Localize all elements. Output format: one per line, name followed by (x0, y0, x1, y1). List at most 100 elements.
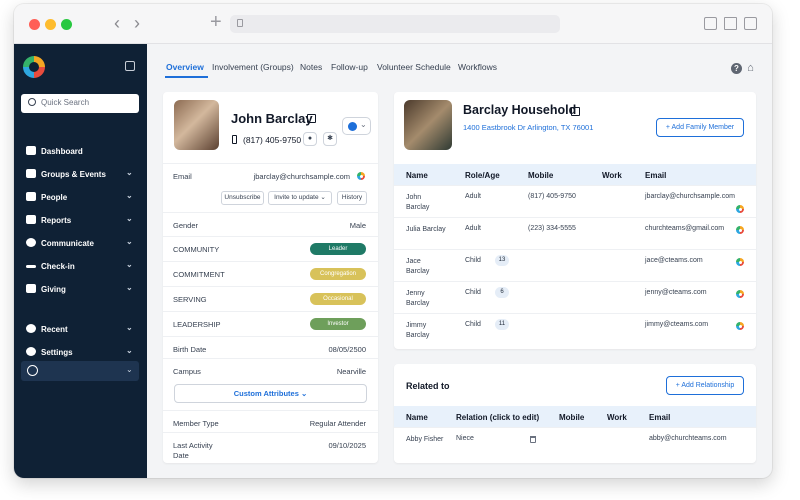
quick-search-input[interactable]: Quick Search (21, 94, 139, 113)
back-icon[interactable]: ‹ (114, 14, 120, 32)
status-badge[interactable]: Leader (310, 243, 366, 255)
related-relation[interactable]: Niece (456, 435, 474, 442)
reader-icon[interactable] (704, 17, 717, 30)
member-mobile[interactable]: (223) 334-5555 (528, 225, 576, 232)
sidebar-account-item[interactable]: ⌄ (21, 361, 139, 381)
member-email[interactable]: jace@cteams.com (645, 257, 703, 264)
member-name[interactable]: Jenny Barclay (406, 289, 446, 309)
new-tab-icon[interactable]: + (210, 12, 222, 32)
person-phone[interactable]: (817) 405-9750 (243, 135, 301, 145)
sidebar-item-settings[interactable]: Settings ⌄ (14, 342, 147, 362)
sidebar-item-label: Check-in (41, 262, 75, 271)
minimize-window-button[interactable] (45, 19, 56, 30)
sidebar-item-people[interactable]: People ⌄ (14, 187, 147, 207)
member-mobile[interactable]: (817) 405-9750 (528, 193, 576, 200)
custom-attributes-button[interactable]: Custom Attributes ⌄ (174, 384, 367, 403)
home-icon[interactable]: ⌂ (745, 63, 756, 74)
status-badge[interactable]: Congregation (310, 268, 366, 280)
field-label: Campus (173, 367, 201, 376)
sidebar-item-giving[interactable]: Giving ⌄ (14, 279, 147, 299)
address-bar[interactable] (230, 15, 560, 33)
sidebar-item-label: Reports (41, 216, 72, 225)
member-role: Child (465, 321, 481, 328)
sidebar-item-reports[interactable]: Reports ⌄ (14, 210, 147, 230)
member-name[interactable]: John Barclay (406, 193, 446, 213)
member-email[interactable]: churchteams@gmail.com (645, 225, 724, 232)
related-email[interactable]: abby@churchteams.com (649, 435, 727, 442)
household-address[interactable]: 1400 Eastbrook Dr Arlington, TX 76001 (463, 123, 593, 132)
share-icon[interactable] (724, 17, 737, 30)
churchteams-icon[interactable] (736, 290, 744, 298)
groups-icon (26, 169, 36, 178)
settings-button[interactable]: ✱ (323, 132, 337, 146)
table-row[interactable]: John Barclay Adult (817) 405-9750 jbarcl… (394, 185, 756, 217)
status-badge[interactable]: Investor (310, 318, 366, 330)
tab-overview[interactable]: Overview (166, 62, 204, 72)
tab-follow-up[interactable]: Follow-up (331, 62, 368, 72)
table-row[interactable]: Abby Fisher Niece abby@churchteams.com (394, 427, 756, 461)
chevron-down-icon: ⌄ (360, 120, 367, 129)
table-row[interactable]: Julia Barclay Adult (223) 334-5555 churc… (394, 217, 756, 249)
column-header: Name (406, 171, 428, 180)
unsubscribe-button[interactable]: Unsubscribe (221, 191, 264, 205)
zoom-window-button[interactable] (61, 19, 72, 30)
churchteams-icon[interactable] (736, 205, 744, 213)
edit-icon[interactable] (571, 107, 580, 116)
invite-to-update-button[interactable]: Invite to update ⌄ (268, 191, 332, 205)
info-dropdown-button[interactable]: ⌄ (342, 117, 371, 135)
chevron-down-icon: ⌄ (126, 260, 133, 269)
member-name[interactable]: Julia Barclay (406, 225, 446, 235)
sidebar-item-dashboard[interactable]: Dashboard (14, 141, 147, 161)
sidebar-item-check-in[interactable]: Check-in ⌄ (14, 256, 147, 276)
tab-notes[interactable]: Notes (300, 62, 322, 72)
field-label: Member Type (173, 419, 219, 428)
chevron-down-icon: ⌄ (126, 191, 133, 200)
related-name[interactable]: Abby Fisher (406, 435, 446, 445)
trash-icon[interactable] (530, 436, 536, 443)
member-name[interactable]: Jace Barclay (406, 257, 446, 277)
app-logo[interactable] (23, 56, 45, 78)
member-name[interactable]: Jimmy Barclay (406, 321, 446, 341)
tab-involvement[interactable]: Involvement (Groups) (212, 62, 294, 72)
member-role: Child (465, 257, 481, 264)
add-family-member-button[interactable]: + Add Family Member (656, 118, 744, 137)
sidebar-item-communicate[interactable]: Communicate ⌄ (14, 233, 147, 253)
quick-search-placeholder: Quick Search (41, 98, 90, 107)
churchteams-icon[interactable] (736, 258, 744, 266)
info-icon (348, 122, 357, 131)
tab-workflows[interactable]: Workflows (458, 62, 497, 72)
search-icon (28, 98, 36, 106)
household-photo (404, 100, 452, 150)
churchteams-icon[interactable] (357, 172, 365, 180)
tabs-overview-icon[interactable] (744, 17, 757, 30)
edit-icon[interactable] (307, 114, 316, 123)
help-icon[interactable]: ? (731, 63, 742, 74)
history-button[interactable]: History (337, 191, 367, 205)
churchteams-icon[interactable] (736, 322, 744, 330)
tab-volunteer-schedule[interactable]: Volunteer Schedule (377, 62, 451, 72)
table-row[interactable]: Jace Barclay Child 13 jace@cteams.com (394, 249, 756, 281)
add-relationship-button[interactable]: + Add Relationship (666, 376, 744, 395)
field-label: Last Activity Date (173, 441, 213, 460)
field-value: Regular Attender (309, 419, 366, 428)
email-value[interactable]: jbarclay@churchsample.com (254, 172, 350, 181)
checkin-icon (26, 265, 36, 268)
member-email[interactable]: jimmy@cteams.com (645, 321, 708, 328)
member-email[interactable]: jbarclay@churchsample.com (645, 193, 735, 200)
sidebar-item-recent[interactable]: Recent ⌄ (14, 319, 147, 339)
column-header: Mobile (528, 171, 554, 180)
close-window-button[interactable] (29, 19, 40, 30)
status-badge[interactable]: Occasional (310, 293, 366, 305)
field-value: Male (349, 221, 366, 230)
table-row[interactable]: Jenny Barclay Child 6 jenny@cteams.com (394, 281, 756, 313)
member-email[interactable]: jenny@cteams.com (645, 289, 707, 296)
column-header: Work (607, 413, 627, 422)
collapse-sidebar-icon[interactable] (125, 61, 135, 71)
forward-icon[interactable]: › (134, 14, 140, 32)
chevron-down-icon: ⌄ (126, 214, 133, 223)
table-row[interactable]: Jimmy Barclay Child 11 jimmy@cteams.com (394, 313, 756, 345)
email-row: Email jbarclay@churchsample.com (163, 163, 378, 187)
message-button[interactable]: ● (303, 132, 317, 146)
sidebar-item-groups-events[interactable]: Groups & Events ⌄ (14, 164, 147, 184)
churchteams-icon[interactable] (736, 226, 744, 234)
